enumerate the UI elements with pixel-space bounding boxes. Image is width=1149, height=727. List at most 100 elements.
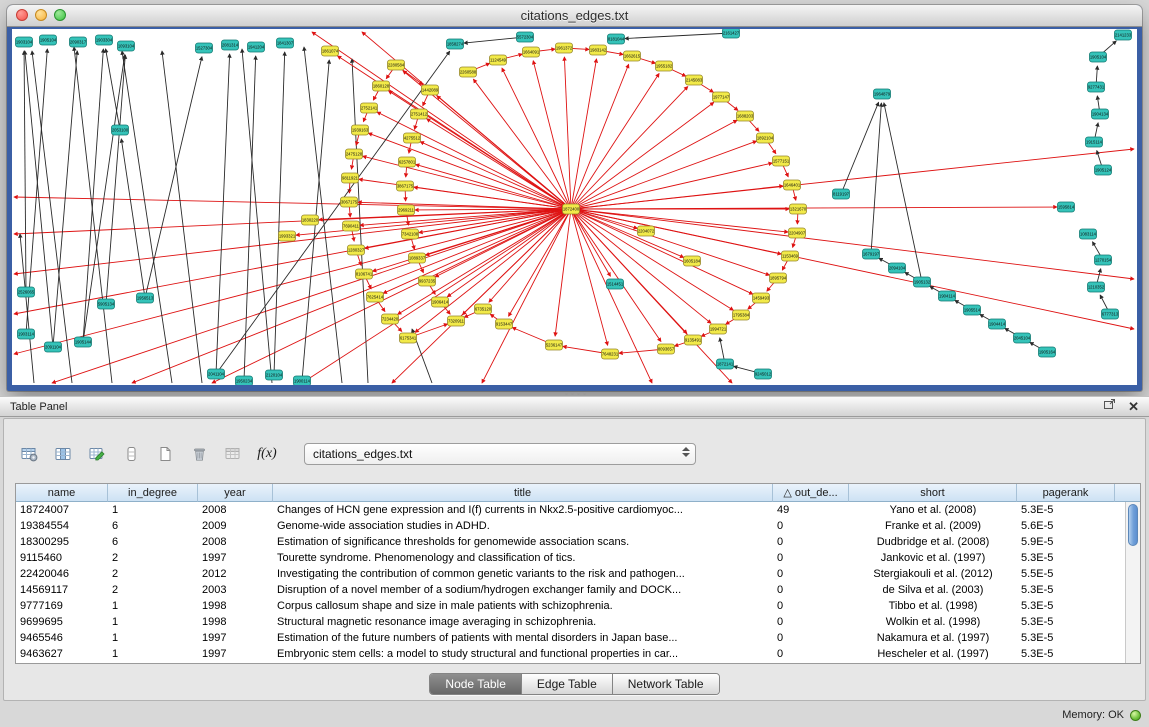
- graph-node[interactable]: 1124549: [490, 55, 507, 65]
- graph-node[interactable]: 9937235: [419, 276, 436, 286]
- graph-node[interactable]: 9811921: [342, 173, 359, 183]
- graph-node[interactable]: 9153447: [496, 319, 513, 329]
- scrollbar-thumb[interactable]: [1128, 504, 1138, 546]
- tab-network-table[interactable]: Network Table: [613, 674, 719, 694]
- graph-node[interactable]: 1841307: [277, 38, 294, 48]
- graph-node[interactable]: 1903114: [18, 329, 35, 339]
- graph-node[interactable]: 1270154: [1095, 255, 1112, 265]
- graph-node[interactable]: 8093657: [658, 344, 675, 354]
- graph-node[interactable]: 1956513: [137, 293, 154, 303]
- table-row[interactable]: 946554611997Estimation of the future num…: [16, 630, 1125, 646]
- graph-node[interactable]: 1321670: [790, 204, 807, 214]
- graph-node[interactable]: 5236147: [546, 340, 563, 350]
- network-canvas[interactable]: 1872400228058418601282752141193916324751…: [12, 29, 1137, 385]
- graph-node[interactable]: 1093104: [118, 41, 135, 51]
- graph-node[interactable]: 1904134: [1092, 109, 1109, 119]
- graph-node[interactable]: 6257801: [399, 157, 416, 167]
- graph-node[interactable]: 9135491: [685, 335, 702, 345]
- column-header-short[interactable]: short: [849, 484, 1017, 502]
- graph-node[interactable]: 2204072: [638, 226, 655, 236]
- graph-node[interactable]: 2751412: [411, 109, 428, 119]
- graph-node[interactable]: 1605184: [684, 256, 701, 266]
- graph-node[interactable]: 1679197: [863, 249, 880, 259]
- graph-node[interactable]: 1994721: [710, 324, 727, 334]
- graph-node[interactable]: 8106741: [356, 269, 373, 279]
- column-header-out_degree[interactable]: △ out_de...: [773, 484, 849, 502]
- graph-node[interactable]: 2280584: [388, 60, 405, 70]
- graph-node[interactable]: 1872141: [717, 359, 734, 369]
- graph-node[interactable]: 2120104: [266, 370, 283, 380]
- graph-node[interactable]: 1955182: [656, 61, 673, 71]
- rows-button[interactable]: [120, 443, 142, 465]
- graph-node[interactable]: 1905144: [75, 337, 92, 347]
- delete-column-button[interactable]: [188, 443, 210, 465]
- graph-node[interactable]: 1646401: [784, 180, 801, 190]
- graph-node[interactable]: 1903304: [96, 35, 113, 45]
- graph-node[interactable]: 2145083: [686, 75, 703, 85]
- graph-node[interactable]: 1905132: [914, 277, 931, 287]
- graph-node[interactable]: 1905104: [40, 35, 57, 45]
- graph-node[interactable]: 1662615: [624, 51, 641, 61]
- graph-node[interactable]: 7320911: [448, 316, 465, 326]
- graph-node[interactable]: 2260588: [460, 67, 477, 77]
- graph-node[interactable]: 1664091: [523, 47, 540, 57]
- minimize-window-button[interactable]: [35, 9, 47, 21]
- table-row[interactable]: 911546021997Tourette syndrome. Phenomeno…: [16, 550, 1125, 566]
- graph-node[interactable]: 7342108: [402, 229, 419, 239]
- vertical-scrollbar[interactable]: [1125, 502, 1140, 663]
- zoom-window-button[interactable]: [54, 9, 66, 21]
- graph-node[interactable]: 5572304: [517, 32, 534, 42]
- table-row[interactable]: 1830029562008Estimation of significance …: [16, 534, 1125, 550]
- graph-node[interactable]: 1983142: [590, 45, 607, 55]
- graph-node[interactable]: 1900114: [294, 376, 311, 385]
- create-column-button[interactable]: [154, 443, 176, 465]
- graph-node[interactable]: 1083114: [1080, 229, 1097, 239]
- column-selector-button[interactable]: [52, 443, 74, 465]
- graph-node[interactable]: 1858274: [447, 39, 464, 49]
- graph-node[interactable]: 9245012: [755, 369, 772, 379]
- table-row[interactable]: 977716911998Corpus callosum shape and si…: [16, 598, 1125, 614]
- graph-node[interactable]: 2969211: [398, 205, 415, 215]
- graph-node[interactable]: 1280327: [348, 245, 365, 255]
- graph-node[interactable]: 1577151: [773, 156, 790, 166]
- graph-node[interactable]: 7625414: [367, 292, 384, 302]
- tab-edge-table[interactable]: Edge Table: [522, 674, 613, 694]
- graph-node[interactable]: 2091104: [45, 342, 62, 352]
- graph-node[interactable]: 1941204: [248, 42, 265, 52]
- graph-node[interactable]: 1527304: [196, 43, 213, 53]
- graph-node[interactable]: 7234420: [382, 314, 399, 324]
- table-row[interactable]: 946362711997Embryonic stem cells: a mode…: [16, 646, 1125, 662]
- graph-node[interactable]: 2041104: [208, 369, 225, 379]
- graph-node[interactable]: 2752141: [361, 103, 378, 113]
- graph-node[interactable]: 1903104: [16, 37, 33, 47]
- graph-node[interactable]: 2081314: [222, 40, 239, 50]
- column-header-in_degree[interactable]: in_degree: [108, 484, 198, 502]
- graph-node[interactable]: 1830220: [302, 215, 319, 225]
- graph-node[interactable]: 1210352: [1088, 282, 1105, 292]
- graph-node[interactable]: 1861074: [322, 46, 339, 56]
- column-header-pagerank[interactable]: pagerank: [1017, 484, 1115, 502]
- column-header-title[interactable]: title: [273, 484, 773, 502]
- graph-node[interactable]: 1442089: [422, 85, 439, 95]
- graph-node[interactable]: 1860128: [373, 81, 390, 91]
- graph-node[interactable]: 5905134: [98, 299, 115, 309]
- graph-node[interactable]: 2526065: [18, 287, 35, 297]
- graph-node[interactable]: 2053100: [112, 125, 129, 135]
- graph-node[interactable]: 1089337: [409, 253, 426, 263]
- graph-node[interactable]: 6777313: [1102, 309, 1119, 319]
- edit-values-button[interactable]: [86, 443, 108, 465]
- graph-node[interactable]: 7690411: [343, 221, 360, 231]
- graph-node[interactable]: 1872400: [563, 204, 580, 214]
- graph-node[interactable]: 2045104: [1014, 333, 1031, 343]
- graph-node[interactable]: 1514451: [607, 279, 624, 289]
- close-window-button[interactable]: [16, 9, 28, 21]
- graph-node[interactable]: 2475128: [346, 149, 363, 159]
- graph-node[interactable]: 8181044: [608, 34, 625, 44]
- graph-node[interactable]: 6175341: [400, 333, 417, 343]
- table-row[interactable]: 1456911722003Disruption of a novel membe…: [16, 582, 1125, 598]
- graph-node[interactable]: 7648231: [602, 349, 619, 359]
- graph-node[interactable]: 1906414: [432, 297, 449, 307]
- window-titlebar[interactable]: citations_edges.txt: [7, 5, 1142, 27]
- graph-node[interactable]: 2161427: [723, 29, 740, 38]
- graph-node[interactable]: 1895794: [770, 273, 787, 283]
